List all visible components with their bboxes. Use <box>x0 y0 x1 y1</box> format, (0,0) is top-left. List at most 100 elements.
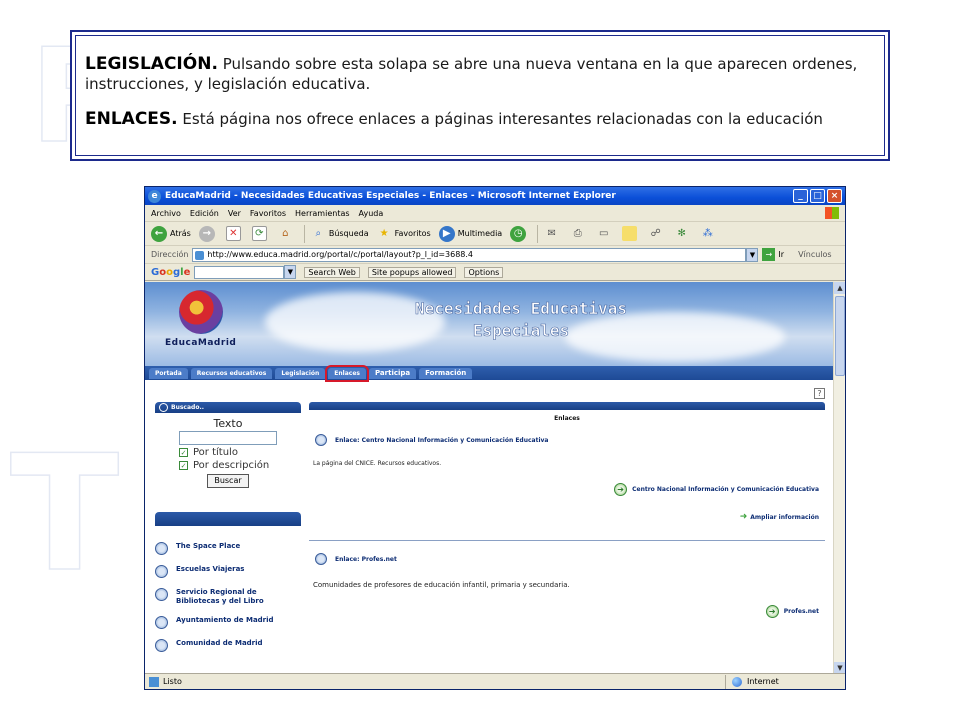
toolbar-separator <box>303 224 305 243</box>
option-by-title[interactable]: ✓ Por título <box>179 447 301 458</box>
scroll-thumb[interactable] <box>835 296 845 376</box>
side-link-ayuntamiento[interactable]: Ayuntamiento de Madrid <box>155 616 301 629</box>
go-arrow-icon: ➔ <box>765 605 779 618</box>
google-toolbar: Google ▼ Search Web Site popups allowed … <box>145 264 845 281</box>
entry-divider <box>309 540 825 541</box>
go-arrow-icon: ➔ <box>614 483 628 496</box>
caption-legislacion-heading: LEGISLACIÓN. <box>85 54 218 74</box>
research-button[interactable]: ✻ <box>674 226 692 241</box>
menu-ver[interactable]: Ver <box>228 209 241 218</box>
minimize-button[interactable]: _ <box>793 189 808 203</box>
tab-legislacion[interactable]: Legislación <box>275 367 326 379</box>
maximize-button[interactable]: □ <box>810 189 825 203</box>
entry-cnice-link[interactable]: ➔ Centro Nacional Información y Comunicac… <box>309 483 819 496</box>
page-icon <box>149 676 159 687</box>
side-link-escuelas-viajeras[interactable]: Escuelas Viajeras <box>155 565 301 578</box>
multimedia-icon: ▶ <box>438 225 455 242</box>
print-button[interactable]: ⎙ <box>570 226 588 241</box>
home-button[interactable]: ⌂ <box>278 226 296 241</box>
left-sidebar: Buscado.. Texto ✓ Por título ✓ Por descrip… <box>155 402 301 662</box>
entry-profes-title[interactable]: Enlace: Profes.net <box>315 553 825 565</box>
checkbox-checked-icon[interactable]: ✓ <box>179 448 188 457</box>
vertical-scrollbar[interactable]: ▲ ▼ <box>833 282 845 674</box>
tab-participa[interactable]: Participa <box>368 367 417 379</box>
messenger-button[interactable]: ☍ <box>648 226 666 241</box>
menu-archivo[interactable]: Archivo <box>151 209 181 218</box>
side-link-bibliotecas[interactable]: Servicio Regional de Bibliotecas y del L… <box>155 588 301 606</box>
scroll-up-icon[interactable]: ▲ <box>834 282 845 294</box>
search-button[interactable]: ⌕ Búsqueda <box>311 226 369 241</box>
caption-inner: LEGISLACIÓN. Pulsando sobre esta solapa … <box>75 35 885 156</box>
side-link-comunidad[interactable]: Comunidad de Madrid <box>155 639 301 652</box>
main-title: Enlaces <box>554 415 580 422</box>
menu-edicion[interactable]: Edición <box>190 209 219 218</box>
mail-button[interactable]: ✉ <box>544 226 562 241</box>
go-button[interactable]: → Ir <box>762 248 784 261</box>
forward-button[interactable]: → <box>198 225 218 242</box>
notes-button[interactable] <box>622 226 640 241</box>
close-button[interactable]: × <box>827 189 842 203</box>
options-button[interactable]: Options <box>464 266 504 278</box>
status-text: Listo <box>163 677 182 686</box>
site-nav: Portada Recursos educativos Legislación … <box>145 364 833 382</box>
link-globe-icon <box>155 616 168 629</box>
caption-enlaces-heading: ENLACES. <box>85 109 178 129</box>
side-links-list: The Space Place Escuelas Viajeras Servic… <box>155 542 301 652</box>
side-link-space-place[interactable]: The Space Place <box>155 542 301 555</box>
entry-profes-link[interactable]: ➔ Profes.net <box>309 605 819 618</box>
more-info-label: Ampliar información <box>750 513 819 521</box>
menu-ayuda[interactable]: Ayuda <box>359 209 384 218</box>
stop-button[interactable]: ✕ <box>225 226 244 241</box>
address-input[interactable]: http://www.educa.madrid.org/portal/c/por… <box>192 247 747 262</box>
history-button[interactable]: ◷ <box>510 225 529 242</box>
tab-enlaces[interactable]: Enlaces <box>325 364 369 382</box>
option-by-description-label: Por descripción <box>193 460 270 471</box>
menu-bar: Archivo Edición Ver Favoritos Herramient… <box>145 205 845 222</box>
more-info-link[interactable]: ➜ Ampliar información <box>309 512 819 522</box>
links-button[interactable]: Vínculos <box>798 250 832 259</box>
tab-portada[interactable]: Portada <box>149 367 188 379</box>
forward-arrow-icon: → <box>198 225 215 242</box>
search-panel-title: Buscado.. <box>171 404 204 411</box>
main-content: ? Enlaces Enlace: Centro Nacional Inform… <box>309 388 825 618</box>
link-globe-icon <box>315 553 327 565</box>
edit-button[interactable]: ▭ <box>596 226 614 241</box>
green-arrow-icon: ➜ <box>739 512 748 522</box>
back-button[interactable]: ← Atrás <box>151 225 191 242</box>
buscar-button[interactable]: Buscar <box>207 474 249 488</box>
help-icon[interactable]: ? <box>814 388 825 399</box>
favorites-button[interactable]: ★ Favoritos <box>377 226 431 241</box>
option-by-description[interactable]: ✓ Por descripción <box>179 460 301 471</box>
refresh-button[interactable]: ⟳ <box>251 226 270 241</box>
address-dropdown-icon[interactable]: ▼ <box>746 247 759 262</box>
link-globe-icon <box>315 434 327 446</box>
back-label: Atrás <box>170 229 191 238</box>
stop-icon: ✕ <box>225 226 241 241</box>
multimedia-button[interactable]: ▶ Multimedia <box>438 225 503 242</box>
page-viewport: EducaMadrid Necesidades Educativas Espec… <box>145 282 845 674</box>
google-search-input[interactable] <box>194 265 285 279</box>
search-text-input[interactable] <box>179 431 277 445</box>
search-web-button[interactable]: Search Web <box>304 266 360 278</box>
link-globe-icon <box>155 588 168 601</box>
ie-icon: e <box>148 189 161 203</box>
checkbox-checked-icon[interactable]: ✓ <box>179 461 188 470</box>
google-dropdown-icon[interactable]: ▼ <box>284 265 297 279</box>
links-panel-header <box>155 512 301 526</box>
address-bar: Dirección http://www.educa.madrid.org/po… <box>145 246 845 264</box>
google-logo[interactable]: Google <box>151 267 190 278</box>
tab-recursos-educativos[interactable]: Recursos educativos <box>190 367 273 379</box>
favorites-label: Favoritos <box>394 229 431 238</box>
multimedia-label: Multimedia <box>457 229 503 238</box>
title-bar[interactable]: e EducaMadrid - Necesidades Educativas E… <box>145 187 845 205</box>
network-button[interactable]: ⁂ <box>700 226 718 241</box>
entry-link-label: Centro Nacional Información y Comunicaci… <box>632 486 819 493</box>
tab-formacion[interactable]: Formación <box>419 367 473 379</box>
side-link-label: The Space Place <box>176 542 241 550</box>
menu-herramientas[interactable]: Herramientas <box>295 209 350 218</box>
entry-cnice-title[interactable]: Enlace: Centro Nacional Información y Co… <box>315 434 825 446</box>
menu-favoritos[interactable]: Favoritos <box>250 209 286 218</box>
history-icon: ◷ <box>510 225 527 242</box>
home-icon: ⌂ <box>282 228 289 239</box>
popup-blocker-button[interactable]: Site popups allowed <box>367 266 457 278</box>
